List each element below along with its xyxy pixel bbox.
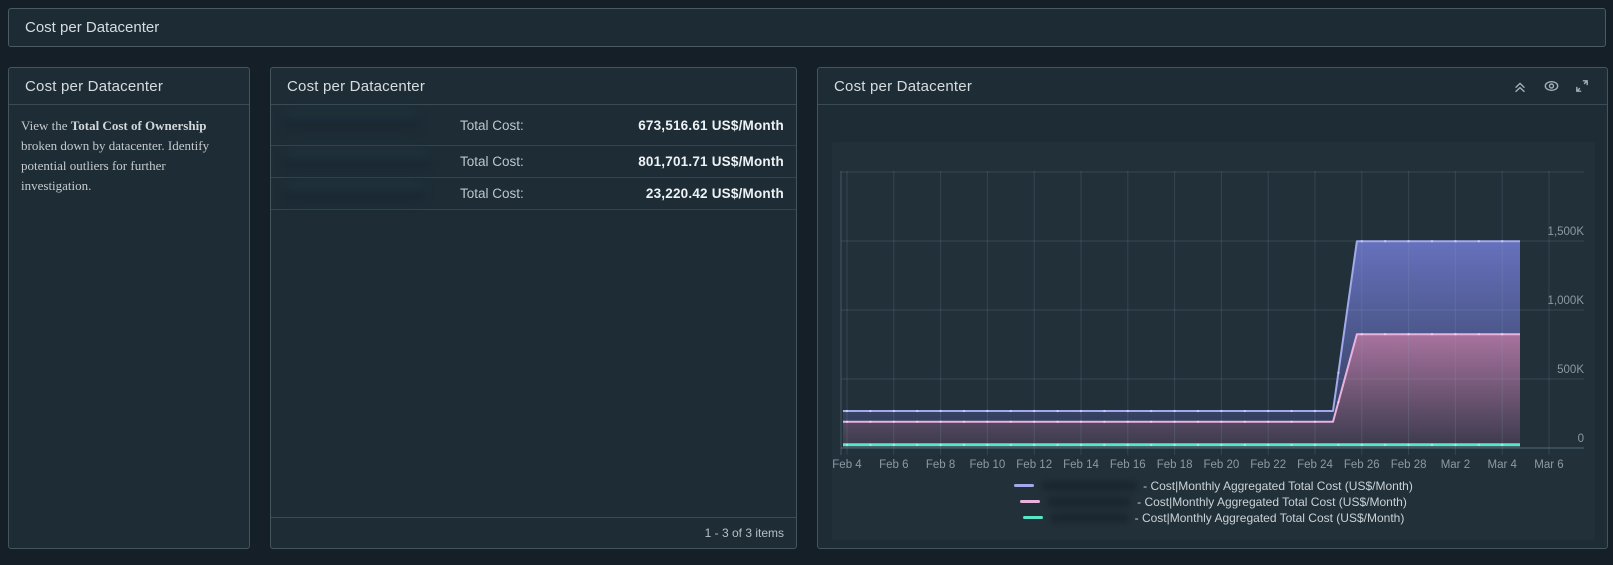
panel-description: Cost per Datacenter View the Total Cost …	[8, 67, 250, 549]
x-axis-tick-label: Mar 4	[1487, 459, 1517, 471]
total-cost-label: Total Cost:	[460, 118, 524, 133]
legend-swatch	[1022, 516, 1043, 519]
legend-item[interactable]: - Cost|Monthly Aggregated Total Cost (US…	[1020, 494, 1407, 509]
x-axis-tick-label: Feb 8	[926, 459, 955, 471]
x-axis-tick-label: Feb 6	[879, 459, 908, 471]
x-axis-tick-label: Feb 20	[1203, 459, 1239, 471]
panel-cost-list: Cost per Datacenter Total Cost: 673,516.…	[270, 67, 797, 549]
legend-label: - Cost|Monthly Aggregated Total Cost (US…	[1143, 478, 1413, 493]
panel-title: Cost per Datacenter	[834, 77, 973, 95]
list-item[interactable]: Total Cost: 801,701.71 US$/Month	[271, 146, 796, 178]
chart-panel-header[interactable]: Cost per Datacenter	[818, 68, 1607, 105]
legend-item[interactable]: - Cost|Monthly Aggregated Total Cost (US…	[1022, 510, 1405, 525]
x-axis-tick-label: Feb 24	[1297, 459, 1333, 471]
legend-swatch	[1020, 500, 1041, 503]
total-cost-value: 673,516.61 US$/Month	[638, 118, 784, 133]
legend-label: - Cost|Monthly Aggregated Total Cost (US…	[1137, 494, 1407, 509]
y-axis-tick-label: 1,500K	[1548, 226, 1585, 238]
description-prefix: View the	[21, 118, 71, 133]
total-cost-value: 23,220.42 US$/Month	[645, 186, 784, 201]
expand-icon[interactable]	[1573, 77, 1591, 95]
total-cost-label: Total Cost:	[460, 154, 524, 169]
dashboard-title-bar: Cost per Datacenter	[8, 8, 1606, 47]
x-axis-tick-label: Feb 26	[1344, 459, 1380, 471]
total-cost-label: Total Cost:	[460, 186, 524, 201]
y-axis-tick-label: 500K	[1557, 364, 1584, 376]
legend-label: - Cost|Monthly Aggregated Total Cost (US…	[1134, 510, 1405, 525]
y-axis-tick-label: 1,000K	[1548, 295, 1585, 307]
x-axis-tick-label: Feb 18	[1157, 459, 1193, 471]
x-axis-tick-label: Feb 16	[1110, 459, 1146, 471]
dashboard-title: Cost per Datacenter	[25, 19, 160, 36]
x-axis-tick-label: Mar 6	[1534, 459, 1563, 471]
description-bold: Total Cost of Ownership	[70, 118, 207, 133]
legend-name-redacted	[1041, 480, 1138, 491]
legend-name-redacted	[1049, 512, 1129, 523]
x-axis-tick-label: Feb 4	[832, 459, 862, 471]
collapse-icon[interactable]	[1511, 77, 1529, 95]
legend-swatch	[1014, 484, 1035, 487]
chart-legend: - Cost|Monthly Aggregated Total Cost (US…	[832, 478, 1595, 525]
pagination-text: 1 - 3 of 3 items	[704, 526, 784, 540]
cost-list: Total Cost: 673,516.61 US$/Month Total C…	[271, 106, 796, 210]
x-axis-tick-label: Feb 10	[969, 459, 1005, 471]
datacenter-name-redacted	[282, 111, 420, 132]
panel-cost-chart: Cost per Datacenter 0 500K 1,000K 1,500K Feb…	[817, 67, 1608, 549]
legend-item[interactable]: - Cost|Monthly Aggregated Total Cost (US…	[1014, 478, 1413, 493]
list-item[interactable]: Total Cost: 673,516.61 US$/Month	[271, 106, 796, 146]
x-axis-tick-label: Feb 12	[1016, 459, 1052, 471]
description-text: View the Total Cost of Ownership broken …	[9, 105, 249, 208]
total-cost-value: 801,701.71 US$/Month	[638, 154, 784, 169]
datacenter-name-redacted	[282, 151, 432, 172]
cost-list-panel-header[interactable]: Cost per Datacenter	[271, 68, 796, 105]
list-item[interactable]: Total Cost: 23,220.42 US$/Month	[271, 178, 796, 210]
x-axis-tick-label: Mar 2	[1441, 459, 1470, 471]
description-panel-header[interactable]: Cost per Datacenter	[9, 68, 249, 105]
datacenter-name-redacted	[282, 183, 426, 204]
cost-chart: 0 500K 1,000K 1,500K Feb 4 Feb 6 Feb 8 Feb 10 Fe…	[832, 142, 1595, 540]
x-axis-tick-label: Feb 22	[1250, 459, 1286, 471]
description-suffix: broken down by datacenter. Identify pote…	[21, 138, 210, 194]
x-axis-tick-label: Feb 14	[1063, 459, 1099, 471]
eye-icon[interactable]	[1542, 77, 1560, 95]
area-series-1	[843, 334, 1520, 448]
y-axis-tick-label: 0	[1578, 433, 1584, 445]
panel-title: Cost per Datacenter	[25, 77, 164, 95]
legend-name-redacted	[1047, 496, 1132, 507]
panel-title: Cost per Datacenter	[287, 77, 426, 95]
pagination-bar: 1 - 3 of 3 items	[271, 517, 796, 548]
x-axis-tick-label: Feb 28	[1391, 459, 1427, 471]
